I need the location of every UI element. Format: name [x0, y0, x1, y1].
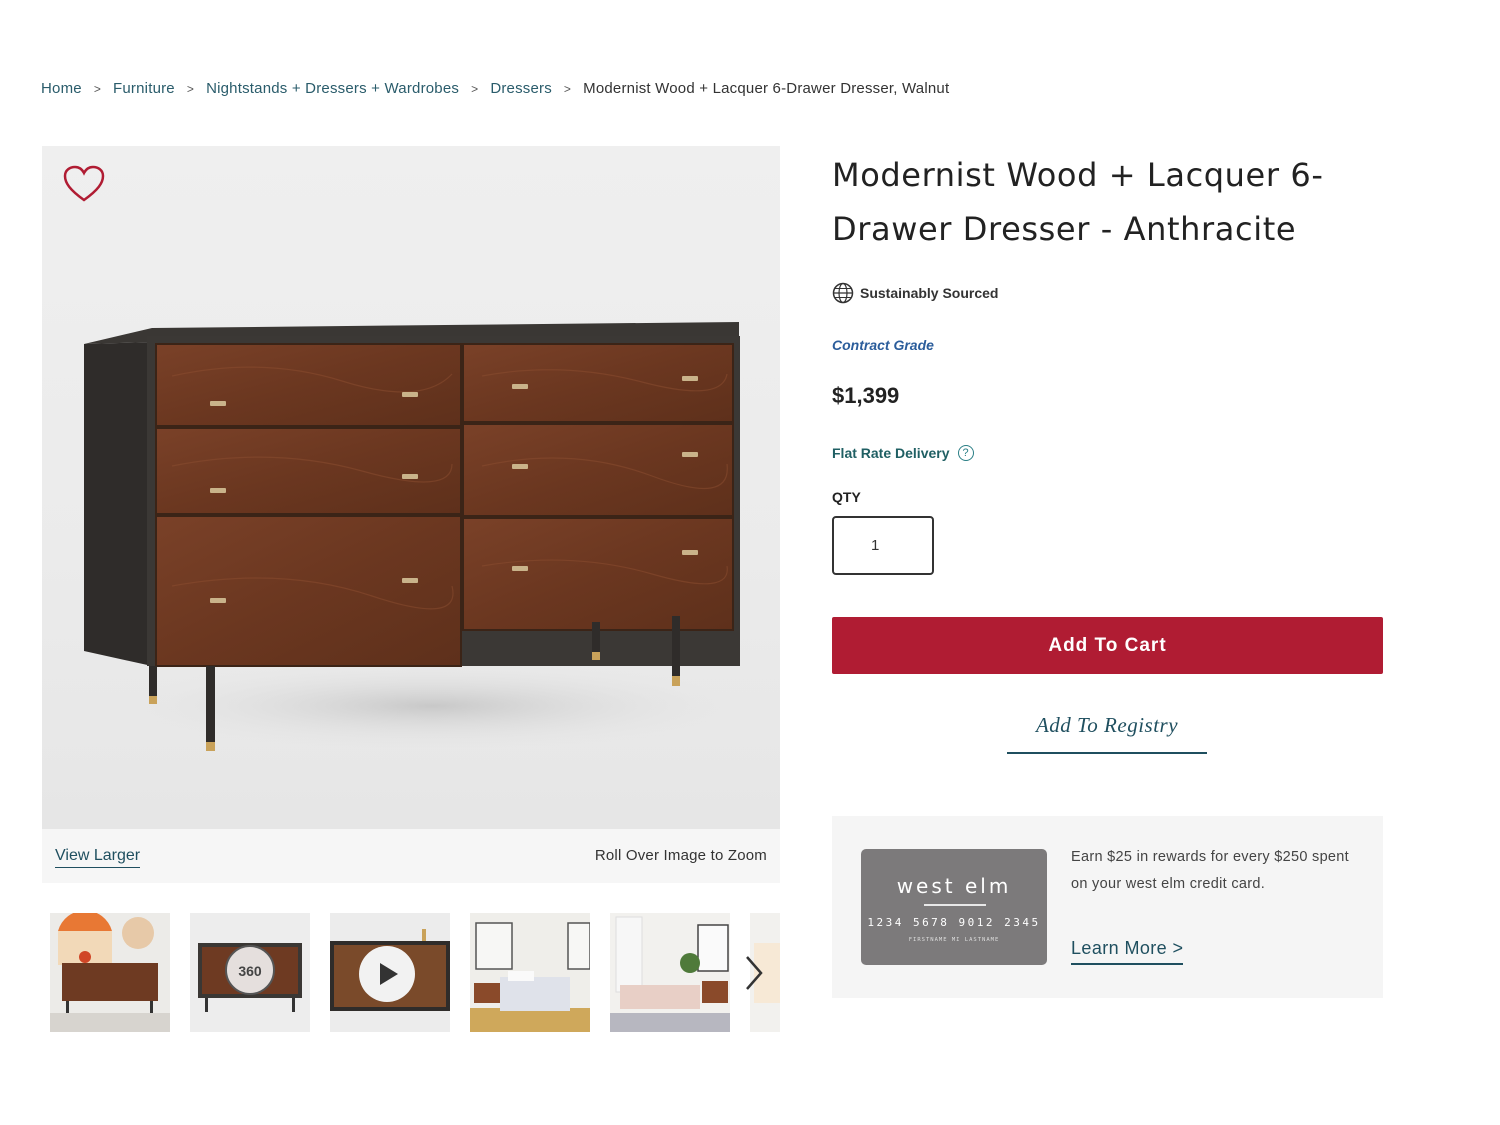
help-icon[interactable]: ?	[957, 445, 974, 461]
learn-more-link[interactable]: Learn More >	[1071, 938, 1184, 965]
breadcrumb-separator: >	[563, 81, 572, 96]
card-number: 1234 5678 9012 2345	[867, 916, 1041, 929]
thumbnail-styled-room-image	[50, 913, 170, 1032]
card-divider	[924, 904, 986, 906]
qty-label: QTY	[832, 489, 861, 505]
thumbnail-2-360[interactable]: 360	[190, 913, 310, 1032]
qty-input[interactable]	[832, 516, 934, 575]
credit-card-image: west elm 1234 5678 9012 2345 FIRSTNAME M…	[861, 849, 1047, 965]
thumbnail-360-image: 360	[190, 913, 310, 1032]
breadcrumb-separator: >	[186, 81, 195, 96]
sustainably-sourced-label: Sustainably Sourced	[860, 285, 999, 301]
image-toolbar: View Larger Roll Over Image to Zoom	[42, 829, 780, 883]
view-larger-link[interactable]: View Larger	[55, 847, 141, 868]
promo-text: Earn $25 in rewards for every $250 spent…	[1071, 849, 1349, 892]
breadcrumb-separator: >	[93, 81, 102, 96]
thumbnail-bedroom-image	[470, 913, 590, 1032]
breadcrumb-nightstands[interactable]: Nightstands + Dressers + Wardrobes	[206, 80, 459, 97]
heart-outline-icon[interactable]	[62, 164, 106, 204]
card-brand: west elm	[896, 874, 1012, 898]
sustainably-sourced-badge: Sustainably Sourced	[832, 282, 998, 304]
thumbnail-1[interactable]	[50, 913, 170, 1032]
thumbnail-strip: 360	[50, 913, 780, 1033]
breadcrumb-separator: >	[471, 81, 479, 96]
breadcrumb-furniture[interactable]: Furniture	[113, 80, 175, 97]
breadcrumb-current: Modernist Wood + Lacquer 6-Drawer Dresse…	[583, 80, 950, 97]
add-to-cart-button[interactable]: Add To Cart	[832, 617, 1383, 674]
thumbnail-bedroom-2-image	[610, 913, 730, 1032]
product-price: $1,399	[832, 383, 900, 408]
thumbnail-4[interactable]	[470, 913, 590, 1032]
zoom-hint: Roll Over Image to Zoom	[594, 847, 767, 864]
breadcrumb: Home > Furniture > Nightstands + Dresser…	[41, 80, 949, 97]
360-label: 360	[238, 963, 262, 979]
dresser-illustration	[84, 322, 762, 751]
globe-icon	[832, 282, 854, 304]
credit-card-promo: west elm 1234 5678 9012 2345 FIRSTNAME M…	[832, 816, 1383, 998]
chevron-right-icon[interactable]	[741, 953, 767, 993]
flat-rate-delivery-label: Flat Rate Delivery	[832, 445, 950, 461]
product-title: Modernist Wood + Lacquer 6-Drawer Dresse…	[832, 156, 1324, 248]
thumbnail-5[interactable]	[610, 913, 730, 1032]
flat-rate-delivery-link[interactable]: Flat Rate Delivery ?	[832, 445, 974, 461]
main-product-image[interactable]	[42, 146, 780, 829]
breadcrumb-home[interactable]: Home	[41, 80, 82, 97]
thumbnail-video-image	[330, 913, 450, 1032]
thumbnail-3-video[interactable]	[330, 913, 450, 1032]
breadcrumb-dressers[interactable]: Dressers	[490, 80, 552, 97]
add-to-registry-link[interactable]: Add To Registry	[1007, 713, 1207, 754]
contract-grade-link[interactable]: Contract Grade	[832, 337, 934, 353]
card-holder-name: FIRSTNAME MI LASTNAME	[908, 937, 1000, 943]
